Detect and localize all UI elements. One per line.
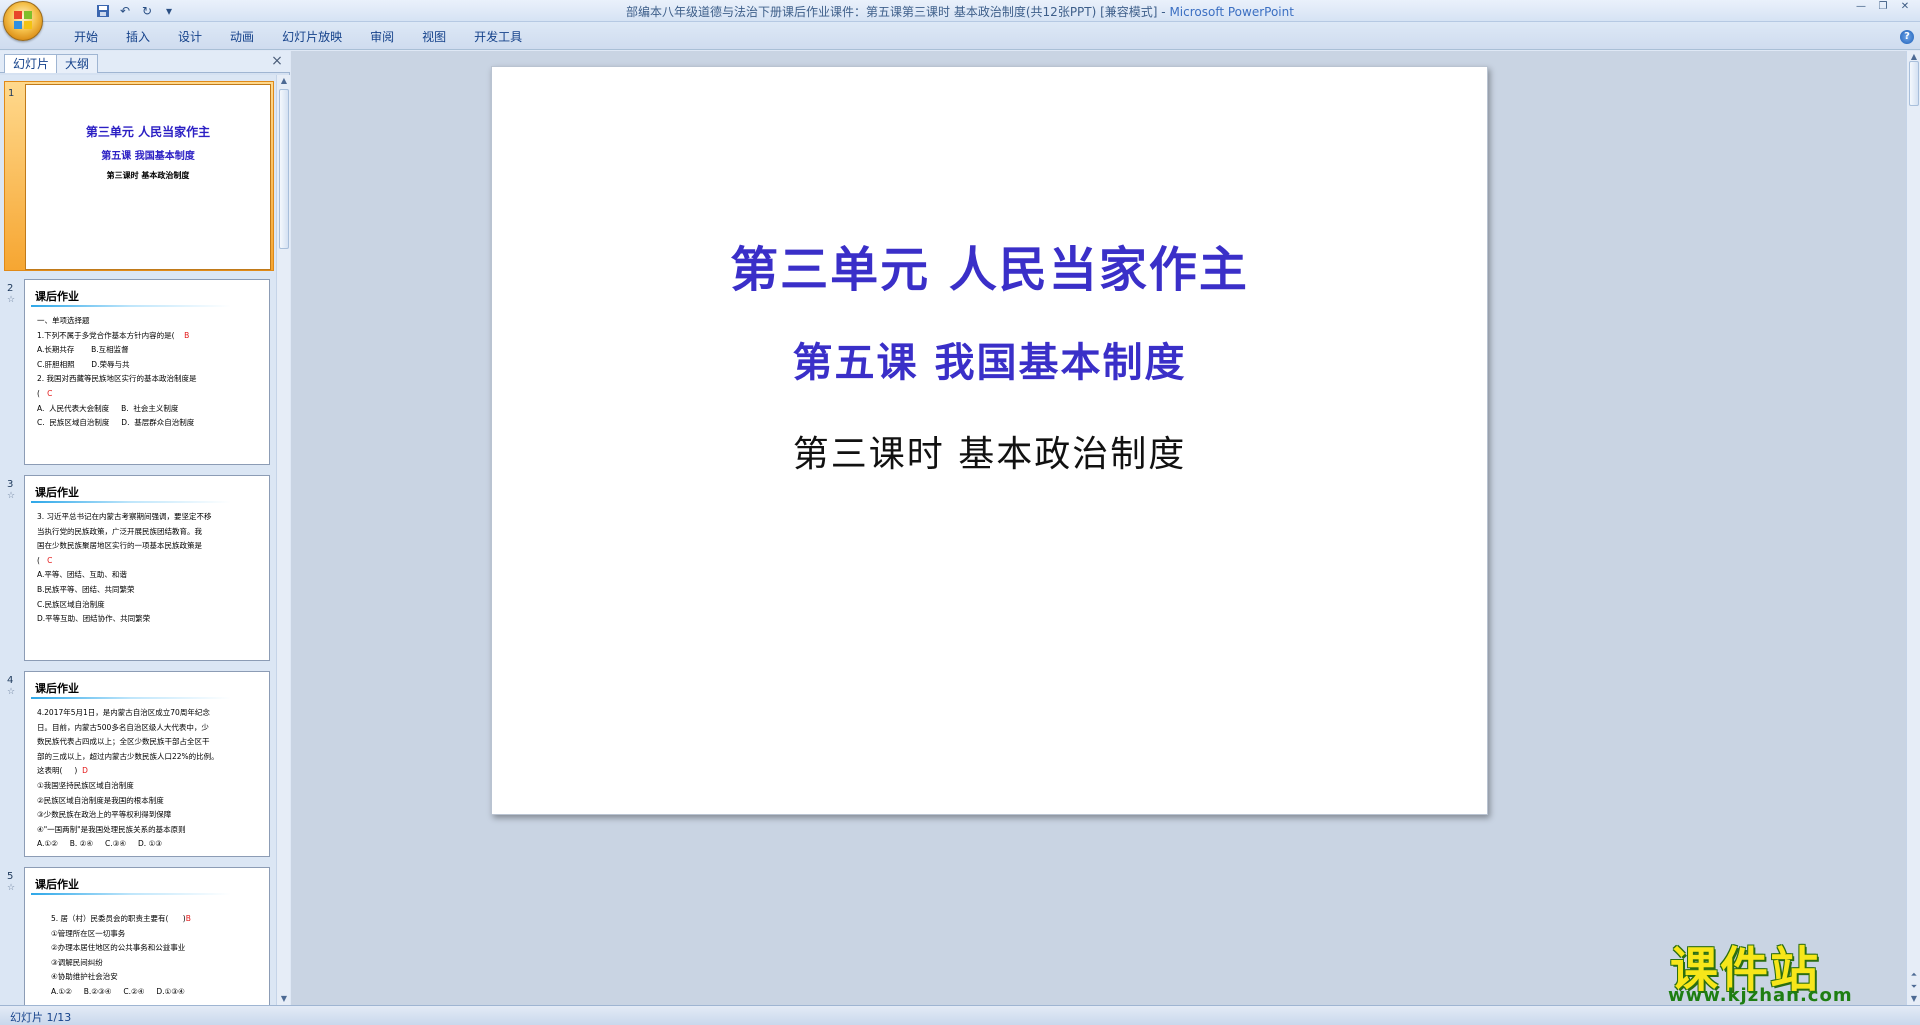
thumb-subtitle2: 第三课时 基本政治制度 (106, 171, 190, 180)
tab-slides[interactable]: 幻灯片 (4, 54, 59, 73)
window-title: 部编本八年级道德与法治下册课后作业课件：第五课第三课时 基本政治制度(共12张P… (0, 3, 1920, 20)
thumb-body: 3. 习近平总书记在内蒙古考察期间强调，要坚定不移 当执行党的民族政策，广泛开展… (37, 512, 212, 624)
animation-star-icon: ☆ (7, 491, 16, 501)
restore-icon[interactable]: ❐ (1872, 0, 1894, 16)
current-slide[interactable]: 第三单元 人民当家作主 第五课 我国基本制度 第三课时 基本政治制度 (491, 66, 1488, 815)
slide-thumbnail-3[interactable]: 3 ☆ 课后作业 3. 习近平总书记在内蒙古考察期间强调，要坚定不移 当执行党的… (4, 473, 274, 663)
tab-insert[interactable]: 插入 (112, 28, 164, 46)
tab-slideshow[interactable]: 幻灯片放映 (268, 28, 356, 46)
ribbon-tabs: 开始 插入 设计 动画 幻灯片放映 审阅 视图 开发工具 (60, 28, 536, 46)
tab-view[interactable]: 视图 (408, 28, 460, 46)
title-separator: - (1157, 5, 1170, 19)
thumbnail-card: 课后作业 一、单项选择题 1.下列不属于多党合作基本方针内容的是( B A.长期… (24, 279, 270, 465)
slide-editor: 第三单元 人民当家作主 第五课 我国基本制度 第三课时 基本政治制度 (291, 51, 1906, 1005)
document-title: 部编本八年级道德与法治下册课后作业课件：第五课第三课时 基本政治制度(共12张P… (626, 5, 1158, 19)
animation-star-icon: ☆ (7, 883, 16, 893)
thumb-header: 课后作业 (35, 878, 79, 891)
slide-thumbnail-5[interactable]: 5 ☆ 课后作业 5. 居（村）民委员会的职责主要有( )B ①管理所在区一切事… (4, 865, 274, 1005)
thumb-subtitle: 第五课 我国基本制度 (101, 151, 195, 162)
slide-number: 2 (7, 283, 14, 294)
pane-tabs: 幻灯片 大纲 × (0, 51, 290, 73)
window-controls: — ❐ ✕ (1850, 0, 1916, 16)
scroll-up-icon[interactable]: ▲ (277, 75, 291, 87)
header-underline (31, 893, 231, 895)
thumbnail-card: 课后作业 5. 居（村）民委员会的职责主要有( )B ①管理所在区一切事务 ②办… (24, 867, 270, 1005)
tab-home[interactable]: 开始 (60, 28, 112, 46)
scroll-down-icon[interactable]: ▼ (277, 993, 291, 1005)
slide-subtitle[interactable]: 第五课 我国基本制度 (492, 330, 1487, 388)
close-icon[interactable]: × (270, 54, 284, 68)
app-name: Microsoft PowerPoint (1169, 5, 1294, 19)
slide-number: 1 (8, 88, 15, 99)
slide-thumbnail-4[interactable]: 4 ☆ 课后作业 4.2017年5月1日，是内蒙古自治区成立70周年纪念 日。目… (4, 669, 274, 859)
close-icon[interactable]: ✕ (1894, 0, 1916, 16)
office-button[interactable] (3, 1, 43, 41)
slide-counter: 幻灯片 1/13 (10, 1011, 72, 1024)
ribbon: 开始 插入 设计 动画 幻灯片放映 审阅 视图 开发工具 ? (0, 22, 1920, 50)
help-icon[interactable]: ? (1900, 30, 1914, 44)
slide-thumbnail-1[interactable]: 1 第三单元 人民当家作主 第五课 我国基本制度 第三课时 基本政治制度 (4, 81, 274, 271)
slide-thumbnails: 1 第三单元 人民当家作主 第五课 我国基本制度 第三课时 基本政治制度 2 ☆… (0, 75, 276, 1005)
slide-subtitle2[interactable]: 第三课时 基本政治制度 (492, 425, 1487, 477)
title-bar: ↶ ↻ ▾ 部编本八年级道德与法治下册课后作业课件：第五课第三课时 基本政治制度… (0, 0, 1920, 41)
thumb-header: 课后作业 (35, 682, 79, 695)
header-underline (31, 697, 231, 699)
editor-scrollbar[interactable]: ▲ ⏶ ⏷ ▼ (1906, 51, 1920, 1005)
thumbnail-card: 课后作业 4.2017年5月1日，是内蒙古自治区成立70周年纪念 日。目前，内蒙… (24, 671, 270, 857)
status-bar: 幻灯片 1/13 (0, 1005, 1920, 1025)
thumbnail-card: 第三单元 人民当家作主 第五课 我国基本制度 第三课时 基本政治制度 (25, 84, 271, 270)
thumb-body: 4.2017年5月1日，是内蒙古自治区成立70周年纪念 日。目前，内蒙古500多… (37, 708, 219, 849)
tab-review[interactable]: 审阅 (356, 28, 408, 46)
slide-title[interactable]: 第三单元 人民当家作主 (492, 230, 1487, 300)
slide-number: 5 (7, 871, 14, 882)
tab-developer[interactable]: 开发工具 (460, 28, 536, 46)
thumb-header: 课后作业 (35, 486, 79, 499)
tab-animations[interactable]: 动画 (216, 28, 268, 46)
site-watermark: 课件站 www.kjzhan.com (1662, 930, 1902, 1010)
tab-outline[interactable]: 大纲 (56, 54, 99, 73)
office-logo-icon (14, 11, 34, 31)
scrollbar-thumb[interactable] (279, 89, 289, 249)
next-slide-icon[interactable]: ⏷ (1907, 981, 1920, 993)
thumb-header: 课后作业 (35, 290, 79, 303)
tab-design[interactable]: 设计 (164, 28, 216, 46)
minimize-icon[interactable]: — (1850, 0, 1872, 16)
thumb-body: 5. 居（村）民委员会的职责主要有( )B ①管理所在区一切事务 ②办理本居住地… (51, 914, 191, 996)
thumbnails-scrollbar[interactable]: ▲ ▼ (276, 75, 290, 1005)
slides-pane: 幻灯片 大纲 × 1 第三单元 人民当家作主 第五课 我国基本制度 第三课时 基… (0, 51, 290, 1005)
slide-number: 4 (7, 675, 14, 686)
slide-number: 3 (7, 479, 14, 490)
scrollbar-thumb[interactable] (1909, 61, 1919, 106)
scroll-down-icon[interactable]: ▼ (1907, 993, 1920, 1005)
slide-thumbnail-2[interactable]: 2 ☆ 课后作业 一、单项选择题 1.下列不属于多党合作基本方针内容的是( B … (4, 277, 274, 467)
header-underline (31, 305, 231, 307)
thumbnail-card: 课后作业 3. 习近平总书记在内蒙古考察期间强调，要坚定不移 当执行党的民族政策… (24, 475, 270, 661)
previous-slide-icon[interactable]: ⏶ (1907, 969, 1920, 981)
animation-star-icon: ☆ (7, 295, 16, 305)
header-underline (31, 501, 231, 503)
thumb-title: 第三单元 人民当家作主 (85, 125, 211, 139)
thumb-body: 一、单项选择题 1.下列不属于多党合作基本方针内容的是( B A.长期共存 B.… (37, 316, 197, 428)
watermark-url: www.kjzhan.com (1668, 985, 1853, 1006)
animation-star-icon: ☆ (7, 687, 16, 697)
